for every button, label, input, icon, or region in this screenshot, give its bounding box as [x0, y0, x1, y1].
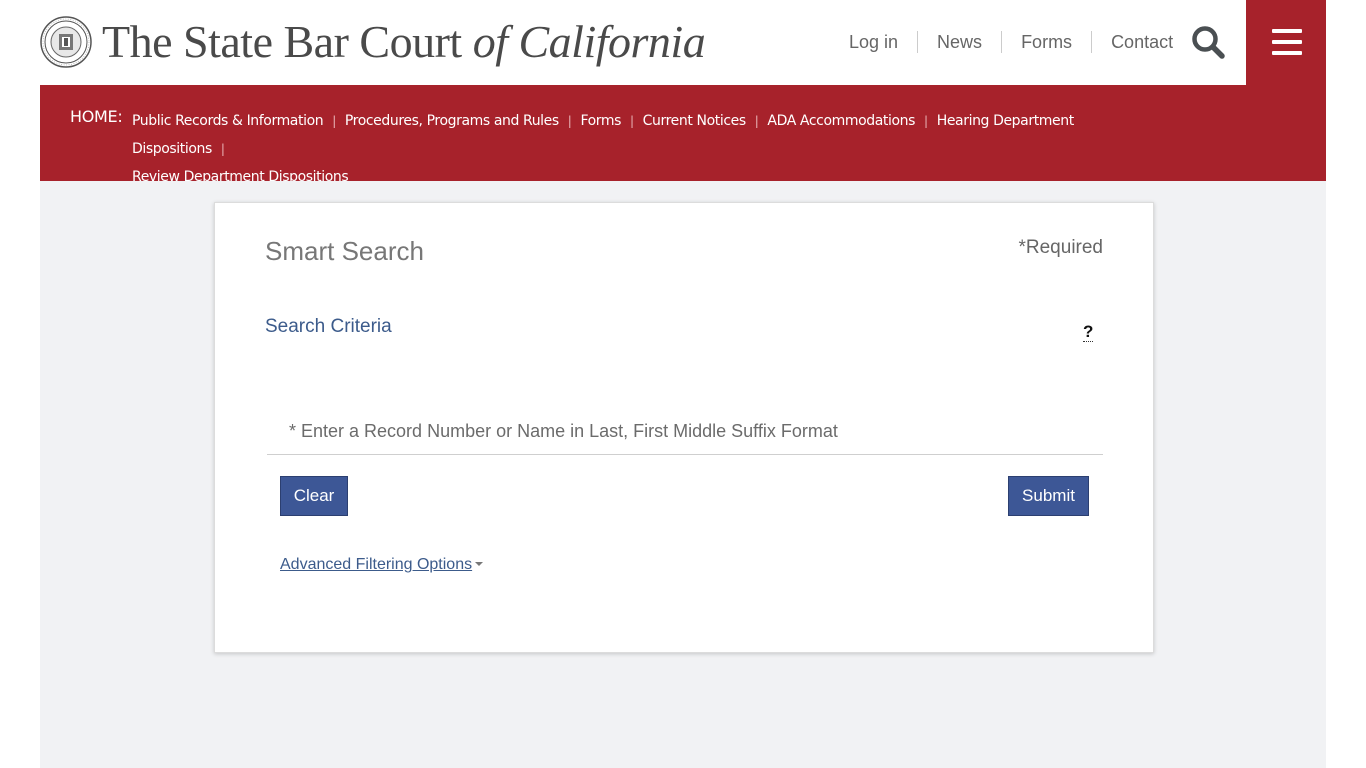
- advanced-filtering-label: Advanced Filtering Options: [280, 556, 473, 573]
- nav-forms[interactable]: Forms: [580, 113, 621, 129]
- caret-down-icon: [475, 561, 484, 566]
- nav-procedures[interactable]: Procedures, Programs and Rules: [345, 113, 559, 129]
- site-brand[interactable]: The State Bar Court of California: [102, 14, 706, 70]
- forms-link[interactable]: Forms: [1002, 30, 1091, 54]
- contact-link[interactable]: Contact: [1092, 30, 1192, 54]
- search-criteria-heading: Search Criteria: [265, 316, 392, 337]
- main-nav-links: Public Records & Information | Procedures,…: [132, 113, 1074, 185]
- advanced-filtering-toggle[interactable]: Advanced Filtering Options: [280, 556, 484, 574]
- login-link[interactable]: Log in: [830, 30, 917, 54]
- nav-current-notices[interactable]: Current Notices: [643, 113, 746, 129]
- clear-button[interactable]: Clear: [280, 476, 348, 516]
- nav-ada[interactable]: ADA Accommodations: [767, 113, 915, 129]
- brand-italic-text: of California: [472, 16, 706, 67]
- submit-button[interactable]: Submit: [1008, 476, 1089, 516]
- state-bar-seal-icon[interactable]: [40, 16, 92, 68]
- nav-public-records[interactable]: Public Records & Information: [132, 113, 324, 129]
- help-icon[interactable]: ?: [1083, 323, 1094, 342]
- top-utility-nav: Log in News Forms Contact: [830, 30, 1192, 54]
- required-note: *Required: [1018, 237, 1104, 258]
- news-link[interactable]: News: [918, 30, 1001, 54]
- site-header: The State Bar Court of California Log in…: [40, 0, 1326, 85]
- hamburger-bar: [1272, 29, 1302, 33]
- brand-main-text: The State Bar Court: [102, 16, 473, 67]
- hamburger-menu-button[interactable]: [1246, 0, 1326, 85]
- search-input[interactable]: [267, 409, 1103, 455]
- hamburger-bar: [1272, 40, 1302, 44]
- hamburger-bar: [1272, 51, 1302, 55]
- search-icon[interactable]: [1188, 22, 1228, 62]
- main-nav-bar: HOME: Public Records & Information | Proce…: [40, 85, 1326, 185]
- page-title: Smart Search: [265, 236, 424, 266]
- smart-search-card: Smart Search *Required Search Criteria ?…: [214, 202, 1154, 653]
- home-label[interactable]: HOME:: [70, 107, 123, 126]
